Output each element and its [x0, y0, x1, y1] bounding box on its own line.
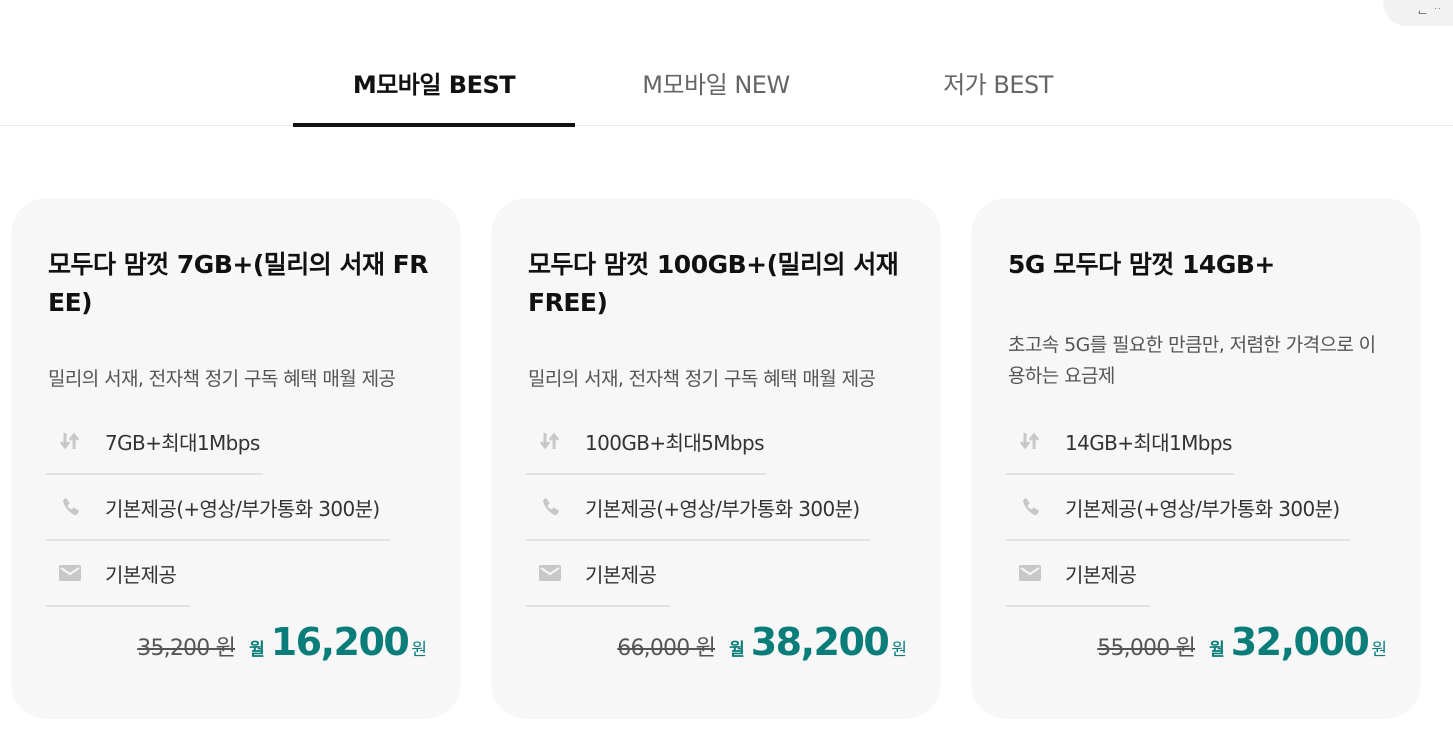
plan-data-feature: 7GB+최대1Mbps [46, 409, 263, 475]
plan-description: 밀리의 서재, 전자책 정기 구독 혜택 매월 제공 [528, 368, 876, 390]
plan-sms-text: 기본제공 [1065, 562, 1137, 587]
plan-sms-feature: 기본제공 [1006, 541, 1150, 607]
original-price: 55,000 원 [1097, 636, 1196, 661]
discounted-price: 32,000 [1230, 620, 1370, 664]
plan-sms-feature: 기본제공 [46, 541, 190, 607]
plan-title: 모두다 맘껏 100GB+(밀리의 서재 FREE) [528, 250, 899, 317]
price-unit: 원 [891, 640, 907, 660]
phone-icon [50, 497, 90, 517]
price-unit: 원 [411, 640, 427, 660]
original-price: 66,000 원 [617, 636, 716, 661]
discounted-price: 16,200 [270, 620, 410, 664]
plan-call-text: 기본제공(+영상/부가통화 300분) [1065, 496, 1340, 521]
plan-data-feature: 100GB+최대5Mbps [526, 409, 766, 475]
phone-icon [1010, 497, 1050, 517]
tab-mmobile-best[interactable]: M모바일 BEST [293, 38, 575, 127]
plan-description: 밀리의 서재, 전자책 정기 구독 혜택 매월 제공 [48, 368, 396, 390]
plan-title: 모두다 맘껏 7GB+(밀리의 서재 FREE) [48, 250, 429, 317]
top-right-widget[interactable]: ᆫ ᆢ [1383, 0, 1453, 26]
mail-icon [1010, 565, 1050, 581]
plan-data-text: 14GB+최대1Mbps [1065, 430, 1232, 455]
plan-sms-text: 기본제공 [105, 562, 177, 587]
original-price: 35,200 원 [137, 636, 236, 661]
plan-sms-text: 기본제공 [585, 562, 657, 587]
mail-icon [50, 565, 90, 581]
plan-card[interactable]: 모두다 맘껏 7GB+(밀리의 서재 FREE) 밀리의 서재, 전자책 정기 … [11, 198, 461, 719]
plan-card[interactable]: 5G 모두다 맘껏 14GB+ 초고속 5G를 필요한 만큼만, 저렴한 가격으… [971, 198, 1421, 719]
data-updown-icon [1010, 431, 1050, 451]
price-unit: 원 [1371, 640, 1387, 660]
plan-call-feature: 기본제공(+영상/부가통화 300분) [46, 475, 390, 541]
plan-price: 55,000 원 월 32,000 원 [1097, 620, 1387, 670]
month-label: 월 [1209, 640, 1225, 660]
plan-data-text: 7GB+최대1Mbps [105, 430, 260, 455]
plan-category-tabs: M모바일 BEST M모바일 NEW 저가 BEST [0, 38, 1453, 127]
plan-description: 초고속 5G를 필요한 만큼만, 저렴한 가격으로 이용하는 요금제 [1008, 334, 1376, 387]
plan-data-text: 100GB+최대5Mbps [585, 430, 765, 455]
plan-sms-feature: 기본제공 [526, 541, 670, 607]
tab-budget-best[interactable]: 저가 BEST [857, 38, 1139, 126]
plan-price: 66,000 원 월 38,200 원 [617, 620, 907, 670]
plan-data-feature: 14GB+최대1Mbps [1006, 409, 1234, 475]
month-label: 월 [729, 640, 745, 660]
mail-icon [530, 565, 570, 581]
widget-handle-icon: ᆫ ᆢ [1417, 2, 1443, 16]
plan-call-feature: 기본제공(+영상/부가통화 300분) [1006, 475, 1350, 541]
plan-card[interactable]: 모두다 맘껏 100GB+(밀리의 서재 FREE) 밀리의 서재, 전자책 정… [491, 198, 941, 719]
month-label: 월 [249, 640, 265, 660]
phone-icon [530, 497, 570, 517]
plan-price: 35,200 원 월 16,200 원 [137, 620, 427, 670]
tab-mmobile-new[interactable]: M모바일 NEW [575, 38, 857, 126]
discounted-price: 38,200 [750, 620, 890, 664]
plan-call-text: 기본제공(+영상/부가통화 300분) [105, 496, 380, 521]
plan-call-text: 기본제공(+영상/부가통화 300분) [585, 496, 860, 521]
plan-title: 5G 모두다 맘껏 14GB+ [1008, 250, 1275, 279]
data-updown-icon [530, 431, 570, 451]
plan-call-feature: 기본제공(+영상/부가통화 300분) [526, 475, 870, 541]
data-updown-icon [50, 431, 90, 451]
